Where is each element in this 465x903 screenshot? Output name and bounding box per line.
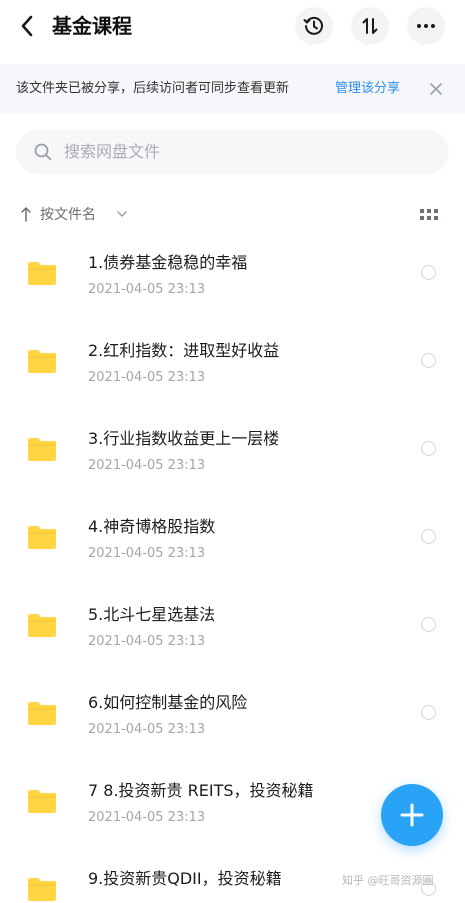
file-date: 2021-04-05 23:13: [88, 282, 206, 297]
share-banner: 该文件夹已被分享，后续访问者可同步查看更新 管理该分享: [0, 64, 465, 114]
folder-icon: [28, 438, 56, 461]
close-banner-button[interactable]: [428, 81, 444, 97]
file-name: 1.债券基金稳稳的幸福: [88, 253, 248, 272]
grid-view-icon[interactable]: [420, 208, 438, 222]
list-item[interactable]: 1.债券基金稳稳的幸福 2021-04-05 23:13: [0, 236, 465, 324]
file-date: 2021-04-05 23:13: [88, 634, 206, 649]
file-name: 7 8.投资新贵 REITS，投资秘籍: [88, 781, 314, 800]
list-item[interactable]: 2.红利指数：进取型好收益 2021-04-05 23:13: [0, 324, 465, 412]
select-radio[interactable]: [421, 529, 436, 544]
file-name: 3.行业指数收益更上一层楼: [88, 429, 280, 448]
file-date: 2021-04-05 23:13: [88, 458, 206, 473]
plus-icon: [400, 803, 424, 827]
search-icon: [34, 143, 52, 161]
folder-icon: [28, 526, 56, 549]
sort-updown-icon: [362, 18, 378, 34]
manage-share-link[interactable]: 管理该分享: [335, 79, 400, 99]
back-button[interactable]: [14, 12, 40, 40]
watermark: 知乎 @旺哥资源圈: [342, 874, 434, 887]
file-name: 5.北斗七星选基法: [88, 605, 216, 624]
folder-icon: [28, 262, 56, 285]
sort-button[interactable]: [351, 7, 389, 45]
select-radio[interactable]: [421, 617, 436, 632]
file-date: 2021-04-05 23:13: [88, 722, 206, 737]
list-item[interactable]: 3.行业指数收益更上一层楼 2021-04-05 23:13: [0, 412, 465, 500]
file-name: 4.神奇博格股指数: [88, 517, 216, 536]
search-bar[interactable]: 搜索网盘文件: [16, 130, 449, 174]
add-button[interactable]: [381, 784, 443, 846]
select-radio[interactable]: [421, 265, 436, 280]
file-date: 2021-04-05 23:13: [88, 370, 206, 385]
sort-label[interactable]: 按文件名: [40, 205, 96, 225]
search-input[interactable]: 搜索网盘文件: [64, 140, 160, 164]
file-name: 6.如何控制基金的风险: [88, 693, 248, 712]
file-name: 2.红利指数：进取型好收益: [88, 341, 280, 360]
folder-icon: [28, 878, 56, 901]
page-title: 基金课程: [52, 14, 132, 38]
folder-icon: [28, 614, 56, 637]
folder-icon: [28, 350, 56, 373]
list-item[interactable]: 4.神奇博格股指数 2021-04-05 23:13: [0, 500, 465, 588]
chevron-left-icon: [21, 15, 33, 37]
more-button[interactable]: [407, 7, 445, 45]
list-item[interactable]: 5.北斗七星选基法 2021-04-05 23:13: [0, 588, 465, 676]
select-radio[interactable]: [421, 705, 436, 720]
up-arrow-icon: [21, 207, 31, 222]
list-item[interactable]: 6.如何控制基金的风险 2021-04-05 23:13: [0, 676, 465, 764]
share-banner-text: 该文件夹已被分享，后续访问者可同步查看更新: [16, 81, 290, 96]
history-clock-icon: [303, 16, 323, 35]
folder-icon: [28, 702, 56, 725]
folder-icon: [28, 790, 56, 813]
select-radio[interactable]: [421, 441, 436, 456]
app-header: 基金课程: [0, 0, 465, 52]
file-date: 2021-04-05 23:13: [88, 546, 206, 561]
more-dots-icon: [417, 24, 435, 28]
history-button[interactable]: [295, 7, 333, 45]
file-name: 9.投资新贵QDII，投资秘籍: [88, 869, 282, 888]
sort-bar: 按文件名: [0, 200, 465, 230]
chevron-down-icon[interactable]: [117, 210, 127, 218]
file-date: 2021-04-05 23:13: [88, 810, 206, 825]
select-radio[interactable]: [421, 353, 436, 368]
close-icon: [430, 83, 442, 95]
